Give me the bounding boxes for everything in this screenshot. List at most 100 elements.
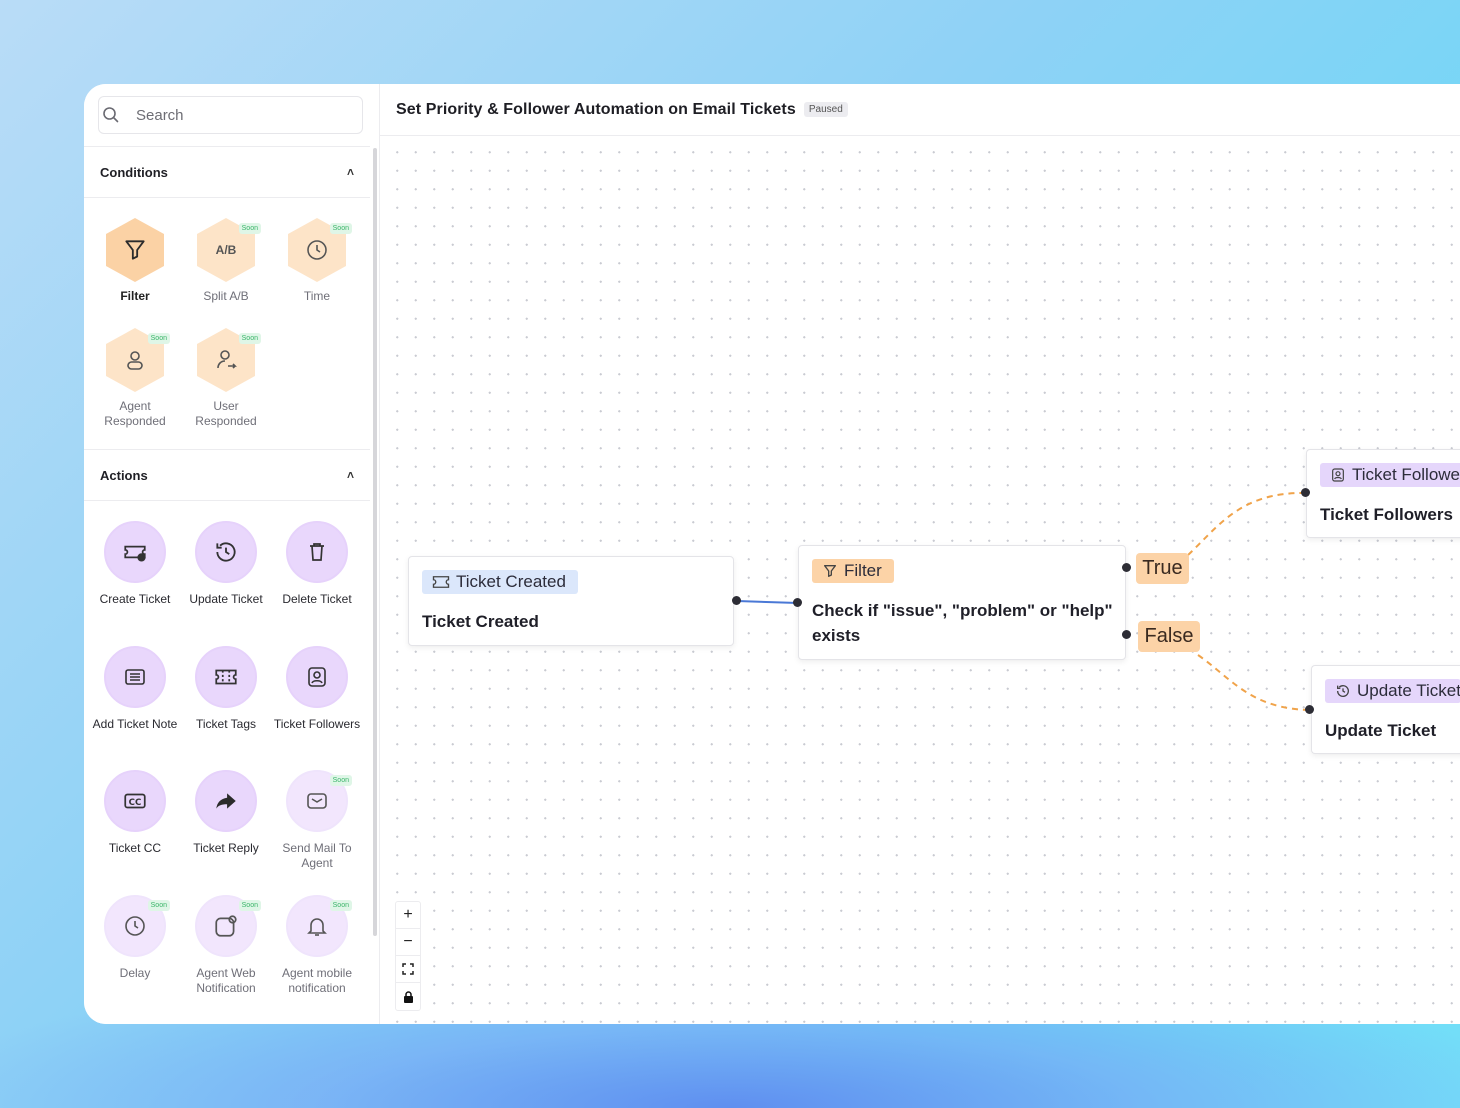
editor-header: Set Priority & Follower Automation on Em… xyxy=(380,84,1460,136)
action-label: Update Ticket xyxy=(189,592,263,606)
condition-label: Filter xyxy=(120,289,150,303)
edge-false-to-update xyxy=(1197,654,1311,711)
action-label: Create Ticket xyxy=(99,592,171,606)
update-tag: Update Ticket xyxy=(1325,679,1460,703)
condition-label: Time xyxy=(303,289,331,303)
search-icon xyxy=(103,107,119,123)
lock-button[interactable] xyxy=(396,983,420,1010)
app-window: Conditions ˄ Filter A/B Soon Split A/B S… xyxy=(84,84,1460,1024)
trash-icon xyxy=(286,521,348,583)
flow-canvas[interactable]: Ticket Created Ticket Created Filter Che… xyxy=(380,137,1460,1024)
ticket-plus-icon xyxy=(104,521,166,583)
followers-body: Ticket Followers xyxy=(1320,505,1453,524)
soon-badge: Soon xyxy=(147,900,170,911)
condition-user-responded[interactable]: Soon User Responded xyxy=(181,328,271,429)
soon-badge: Soon xyxy=(147,333,170,344)
ticket-icon xyxy=(195,646,257,708)
canvas-controls: + − xyxy=(395,901,421,1011)
status-badge: Paused xyxy=(803,102,848,117)
action-ticket-tags[interactable]: Ticket Tags xyxy=(181,646,271,732)
chevron-up-icon[interactable]: ˄ xyxy=(347,165,354,179)
filter-false-port[interactable] xyxy=(1122,630,1131,639)
update-ticket-node[interactable]: Update Ticket Update Ticket xyxy=(1311,665,1460,754)
action-ticket-followers[interactable]: Ticket Followers xyxy=(272,646,362,732)
update-body: Update Ticket xyxy=(1325,721,1437,740)
chevron-up-icon[interactable]: ˄ xyxy=(347,468,354,482)
trigger-node[interactable]: Ticket Created Ticket Created xyxy=(408,556,734,646)
action-label: Agent mobile notification xyxy=(281,966,353,995)
condition-label: Split A/B xyxy=(203,289,249,303)
sidebar-scrollbar[interactable] xyxy=(373,148,377,936)
trigger-tag: Ticket Created xyxy=(422,570,578,594)
filter-body: Check if "issue", "problem" or "help" ex… xyxy=(812,598,1113,648)
filter-tag: Filter xyxy=(812,559,894,583)
filter-input-port[interactable] xyxy=(793,598,802,607)
fit-view-button[interactable] xyxy=(396,956,420,983)
action-agent-mobile-notification[interactable]: Soon Agent mobile notification xyxy=(272,895,362,996)
soon-badge: Soon xyxy=(329,900,352,911)
false-branch-label: False xyxy=(1138,621,1200,652)
note-icon xyxy=(104,646,166,708)
followers-input-port[interactable] xyxy=(1301,488,1310,497)
workflow-title: Set Priority & Follower Automation on Em… xyxy=(396,100,796,118)
reply-arrow-icon xyxy=(195,770,257,832)
zoom-in-button[interactable]: + xyxy=(396,902,420,929)
action-label: Ticket Reply xyxy=(193,841,259,855)
soon-badge: Soon xyxy=(238,333,261,344)
actions-section-header[interactable]: Actions ˄ xyxy=(84,449,370,501)
funnel-icon xyxy=(106,218,164,282)
condition-split-ab[interactable]: A/B Soon Split A/B xyxy=(181,218,271,304)
trigger-output-port[interactable] xyxy=(732,596,741,605)
history-icon xyxy=(195,521,257,583)
condition-agent-responded[interactable]: Soon Agent Responded xyxy=(90,328,180,429)
followers-tag-label: Ticket Followers xyxy=(1352,465,1460,484)
ticket-icon xyxy=(432,576,450,588)
action-delete-ticket[interactable]: Delete Ticket xyxy=(272,521,362,607)
condition-label: Agent Responded xyxy=(104,399,166,428)
action-agent-web-notification[interactable]: Soon Agent Web Notification xyxy=(181,895,271,996)
soon-badge: Soon xyxy=(238,900,261,911)
action-add-ticket-note[interactable]: Add Ticket Note xyxy=(90,646,180,732)
filter-condition-text: exists xyxy=(812,626,861,645)
search-box[interactable] xyxy=(98,96,363,134)
trigger-body: Ticket Created xyxy=(422,612,539,631)
ticket-followers-node[interactable]: Ticket Followers Ticket Followers xyxy=(1306,449,1460,538)
update-input-port[interactable] xyxy=(1305,705,1314,714)
edge-true-to-followers xyxy=(1187,491,1306,556)
fit-view-icon xyxy=(402,963,414,975)
action-ticket-reply[interactable]: Ticket Reply xyxy=(181,770,271,856)
action-delay[interactable]: Soon Delay xyxy=(90,895,180,981)
filter-node[interactable]: Filter Check if "issue", "problem" or "h… xyxy=(798,545,1126,660)
actions-header-label: Actions xyxy=(100,467,148,483)
search-input[interactable] xyxy=(136,106,336,124)
condition-filter[interactable]: Filter xyxy=(90,218,180,304)
action-update-ticket[interactable]: Update Ticket xyxy=(181,521,271,607)
action-create-ticket[interactable]: Create Ticket xyxy=(90,521,180,607)
action-ticket-cc[interactable]: CC Ticket CC xyxy=(90,770,180,856)
funnel-icon xyxy=(824,565,836,577)
condition-time[interactable]: Soon Time xyxy=(272,218,362,304)
workflow-editor: Set Priority & Follower Automation on Em… xyxy=(380,84,1460,1024)
action-label: Delay xyxy=(119,966,151,980)
filter-condition-text: Check if "issue", "problem" or "help" xyxy=(812,601,1113,620)
zoom-out-button[interactable]: − xyxy=(396,929,420,956)
conditions-header-label: Conditions xyxy=(100,164,168,180)
update-tag-label: Update Ticket xyxy=(1357,681,1460,700)
lock-icon xyxy=(403,990,413,1003)
soon-badge: Soon xyxy=(238,223,261,234)
svg-text:CC: CC xyxy=(129,798,142,808)
action-label: Ticket Tags xyxy=(195,717,257,731)
soon-badge: Soon xyxy=(329,775,352,786)
history-icon xyxy=(1337,685,1349,697)
action-send-mail-to-agent[interactable]: Soon Send Mail To Agent xyxy=(272,770,362,871)
trigger-tag-label: Ticket Created xyxy=(456,572,566,591)
condition-label: User Responded xyxy=(195,399,257,428)
conditions-section-header[interactable]: Conditions ˄ xyxy=(84,146,370,198)
action-label: Agent Web Notification xyxy=(196,966,256,995)
action-label: Delete Ticket xyxy=(282,592,352,606)
follower-icon xyxy=(1332,468,1344,482)
filter-true-port[interactable] xyxy=(1122,563,1131,572)
action-label: Send Mail To Agent xyxy=(282,841,352,870)
true-branch-label: True xyxy=(1136,553,1189,584)
action-label: Ticket CC xyxy=(108,841,162,855)
